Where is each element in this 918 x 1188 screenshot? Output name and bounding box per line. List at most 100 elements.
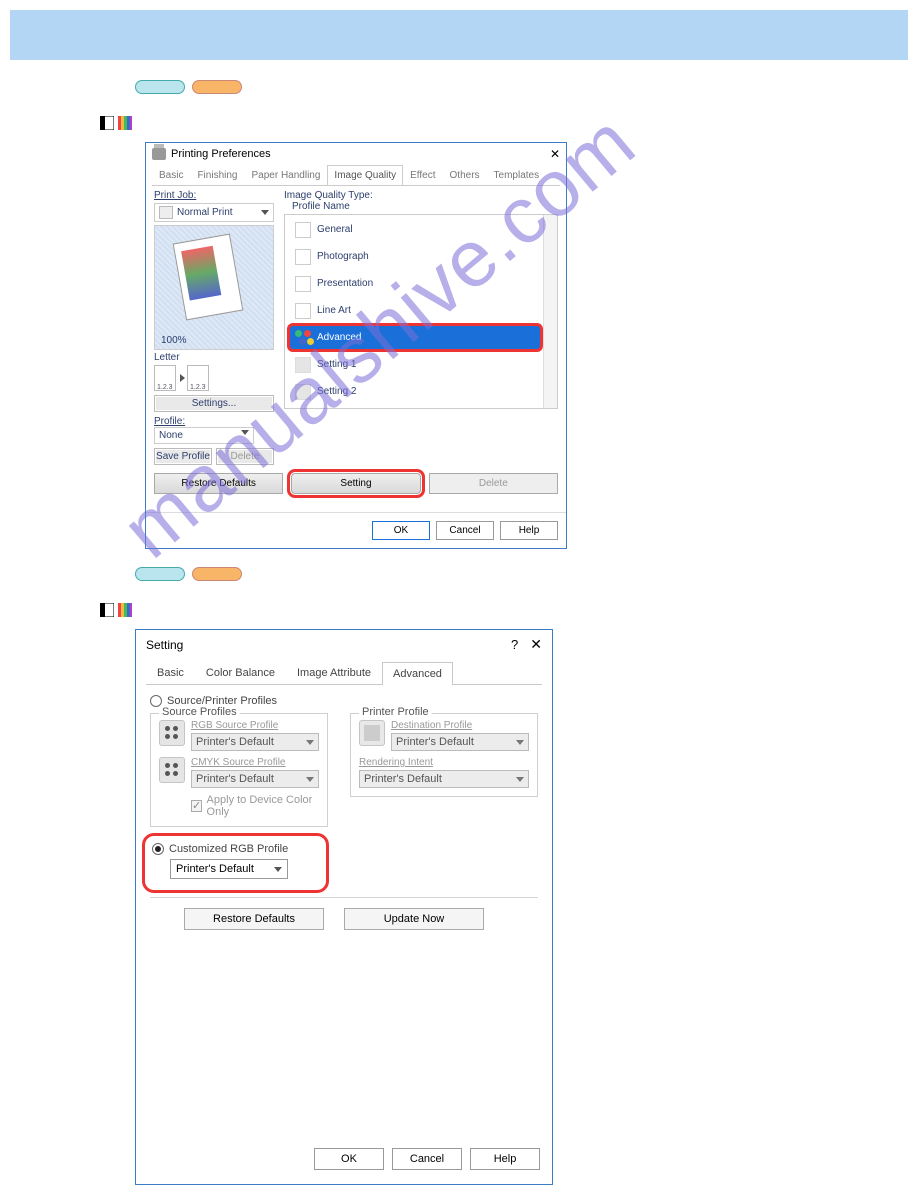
profile-item-label: Photograph bbox=[317, 251, 369, 262]
printer-profile-fieldset: Printer Profile Destination Profile Prin… bbox=[350, 713, 538, 797]
profile-item-label: Advanced bbox=[317, 332, 361, 343]
profile-item-setting1[interactable]: Setting 1 bbox=[289, 352, 541, 377]
help-button[interactable]: Help bbox=[470, 1148, 540, 1170]
dialog1-titlebar: Printing Preferences ✕ bbox=[146, 143, 566, 165]
color-icon bbox=[118, 116, 132, 130]
profile-item-label: General bbox=[317, 224, 353, 235]
apply-device-label: Apply to Device Color Only bbox=[207, 794, 319, 818]
select-value: Printer's Default bbox=[364, 773, 442, 785]
select-value: Printer's Default bbox=[396, 736, 474, 748]
color-icon bbox=[118, 603, 132, 617]
cancel-button[interactable]: Cancel bbox=[436, 521, 494, 540]
tab-basic[interactable]: Basic bbox=[146, 661, 195, 684]
presentation-icon bbox=[295, 276, 311, 292]
print-preview: 100% bbox=[154, 225, 274, 350]
profile-name-label: Profile Name bbox=[292, 201, 558, 212]
dialog2-title: Setting bbox=[146, 638, 183, 652]
printing-preferences-dialog: Printing Preferences ✕ Basic Finishing P… bbox=[145, 142, 567, 549]
bw-icon bbox=[100, 603, 114, 617]
profile-list: General Photograph Presentation Line Art… bbox=[284, 214, 558, 409]
photograph-icon bbox=[295, 249, 311, 265]
customized-rgb-highlight: Customized RGB Profile Printer's Default bbox=[148, 839, 323, 887]
settings-button[interactable]: Settings... bbox=[154, 395, 274, 412]
zoom-label: 100% bbox=[161, 335, 187, 346]
printer-icon bbox=[152, 148, 166, 160]
print-job-select[interactable]: Normal Print bbox=[154, 203, 274, 222]
rendering-select: Printer's Default bbox=[359, 770, 529, 788]
dialog2-tabs: Basic Color Balance Image Attribute Adva… bbox=[146, 661, 542, 685]
select-value: Printer's Default bbox=[196, 773, 274, 785]
print-job-label: Print Job: bbox=[154, 190, 274, 201]
profile-value: None bbox=[159, 430, 183, 441]
customized-rgb-label: Customized RGB Profile bbox=[169, 843, 288, 855]
cancel-button[interactable]: Cancel bbox=[392, 1148, 462, 1170]
tab-others[interactable]: Others bbox=[443, 165, 487, 185]
model-icons-1 bbox=[100, 114, 918, 132]
tab-advanced[interactable]: Advanced bbox=[382, 662, 453, 685]
destination-select: Printer's Default bbox=[391, 733, 529, 751]
customized-rgb-select[interactable]: Printer's Default bbox=[170, 859, 288, 879]
help-button[interactable]: Help bbox=[500, 521, 558, 540]
profile-item-label: Presentation bbox=[317, 278, 373, 289]
preview-page-icon bbox=[173, 234, 244, 321]
profile-item-general[interactable]: General bbox=[289, 217, 541, 242]
line-art-icon bbox=[295, 303, 311, 319]
profile-item-photograph[interactable]: Photograph bbox=[289, 244, 541, 269]
select-value: Printer's Default bbox=[196, 736, 274, 748]
profile-item-label: Line Art bbox=[317, 305, 351, 316]
cmyk-source-label: CMYK Source Profile bbox=[191, 757, 319, 768]
tab-image-attribute[interactable]: Image Attribute bbox=[286, 661, 382, 684]
setting-dialog: Setting ? ✕ Basic Color Balance Image At… bbox=[135, 629, 553, 1185]
setting1-icon bbox=[295, 357, 311, 373]
restore-defaults-button[interactable]: Restore Defaults bbox=[154, 473, 283, 494]
tab-finishing[interactable]: Finishing bbox=[190, 165, 244, 185]
dialog2-titlebar: Setting ? ✕ bbox=[136, 630, 552, 659]
delete-profile-button: Delete bbox=[216, 448, 274, 465]
dialog1-tabs: Basic Finishing Paper Handling Image Qua… bbox=[152, 165, 560, 186]
step-badges-2 bbox=[135, 567, 918, 586]
rendering-label: Rendering Intent bbox=[359, 757, 529, 768]
apply-device-checkbox-row: Apply to Device Color Only bbox=[191, 794, 319, 818]
destination-label: Destination Profile bbox=[391, 720, 529, 731]
badge-blue bbox=[135, 80, 185, 94]
printer-profile-legend: Printer Profile bbox=[359, 706, 432, 718]
image-quality-type-label: Image Quality Type: bbox=[284, 190, 558, 201]
tab-effect[interactable]: Effect bbox=[403, 165, 442, 185]
profile-item-label: Setting 1 bbox=[317, 359, 356, 370]
close-icon[interactable]: ✕ bbox=[530, 636, 542, 653]
tab-templates[interactable]: Templates bbox=[487, 165, 547, 185]
customized-rgb-radio-row[interactable]: Customized RGB Profile bbox=[152, 843, 317, 855]
cmyk-source-select: Printer's Default bbox=[191, 770, 319, 788]
badge-orange bbox=[192, 567, 242, 581]
destination-printer-icon bbox=[359, 720, 385, 746]
paper-size-label: Letter bbox=[154, 352, 274, 363]
profile-item-presentation[interactable]: Presentation bbox=[289, 271, 541, 296]
cmyk-dots-icon bbox=[159, 757, 185, 783]
save-profile-button[interactable]: Save Profile bbox=[154, 448, 212, 465]
dialog2-empty-area bbox=[136, 940, 552, 1140]
restore-defaults-button[interactable]: Restore Defaults bbox=[184, 908, 324, 930]
divider bbox=[150, 897, 538, 898]
setting-button[interactable]: Setting bbox=[291, 473, 420, 494]
profile-item-label: Setting 2 bbox=[317, 386, 356, 397]
profile-item-advanced[interactable]: Advanced bbox=[289, 325, 541, 350]
model-icons-2 bbox=[100, 601, 918, 619]
source-profiles-legend: Source Profiles bbox=[159, 706, 240, 718]
profile-item-setting2[interactable]: Setting 2 bbox=[289, 379, 541, 404]
profile-item-line-art[interactable]: Line Art bbox=[289, 298, 541, 323]
help-icon[interactable]: ? bbox=[511, 637, 518, 652]
profile-select[interactable]: None bbox=[154, 427, 254, 444]
rgb-source-select: Printer's Default bbox=[191, 733, 319, 751]
radio-icon bbox=[152, 843, 164, 855]
tab-color-balance[interactable]: Color Balance bbox=[195, 661, 286, 684]
close-icon[interactable]: ✕ bbox=[550, 147, 560, 161]
ok-button[interactable]: OK bbox=[314, 1148, 384, 1170]
scrollbar[interactable] bbox=[543, 215, 557, 408]
tab-paper-handling[interactable]: Paper Handling bbox=[244, 165, 327, 185]
tab-basic[interactable]: Basic bbox=[152, 165, 190, 185]
ok-button[interactable]: OK bbox=[372, 521, 430, 540]
tab-image-quality[interactable]: Image Quality bbox=[327, 165, 403, 185]
badge-blue bbox=[135, 567, 185, 581]
update-now-button[interactable]: Update Now bbox=[344, 908, 484, 930]
arrow-icon bbox=[180, 374, 185, 382]
